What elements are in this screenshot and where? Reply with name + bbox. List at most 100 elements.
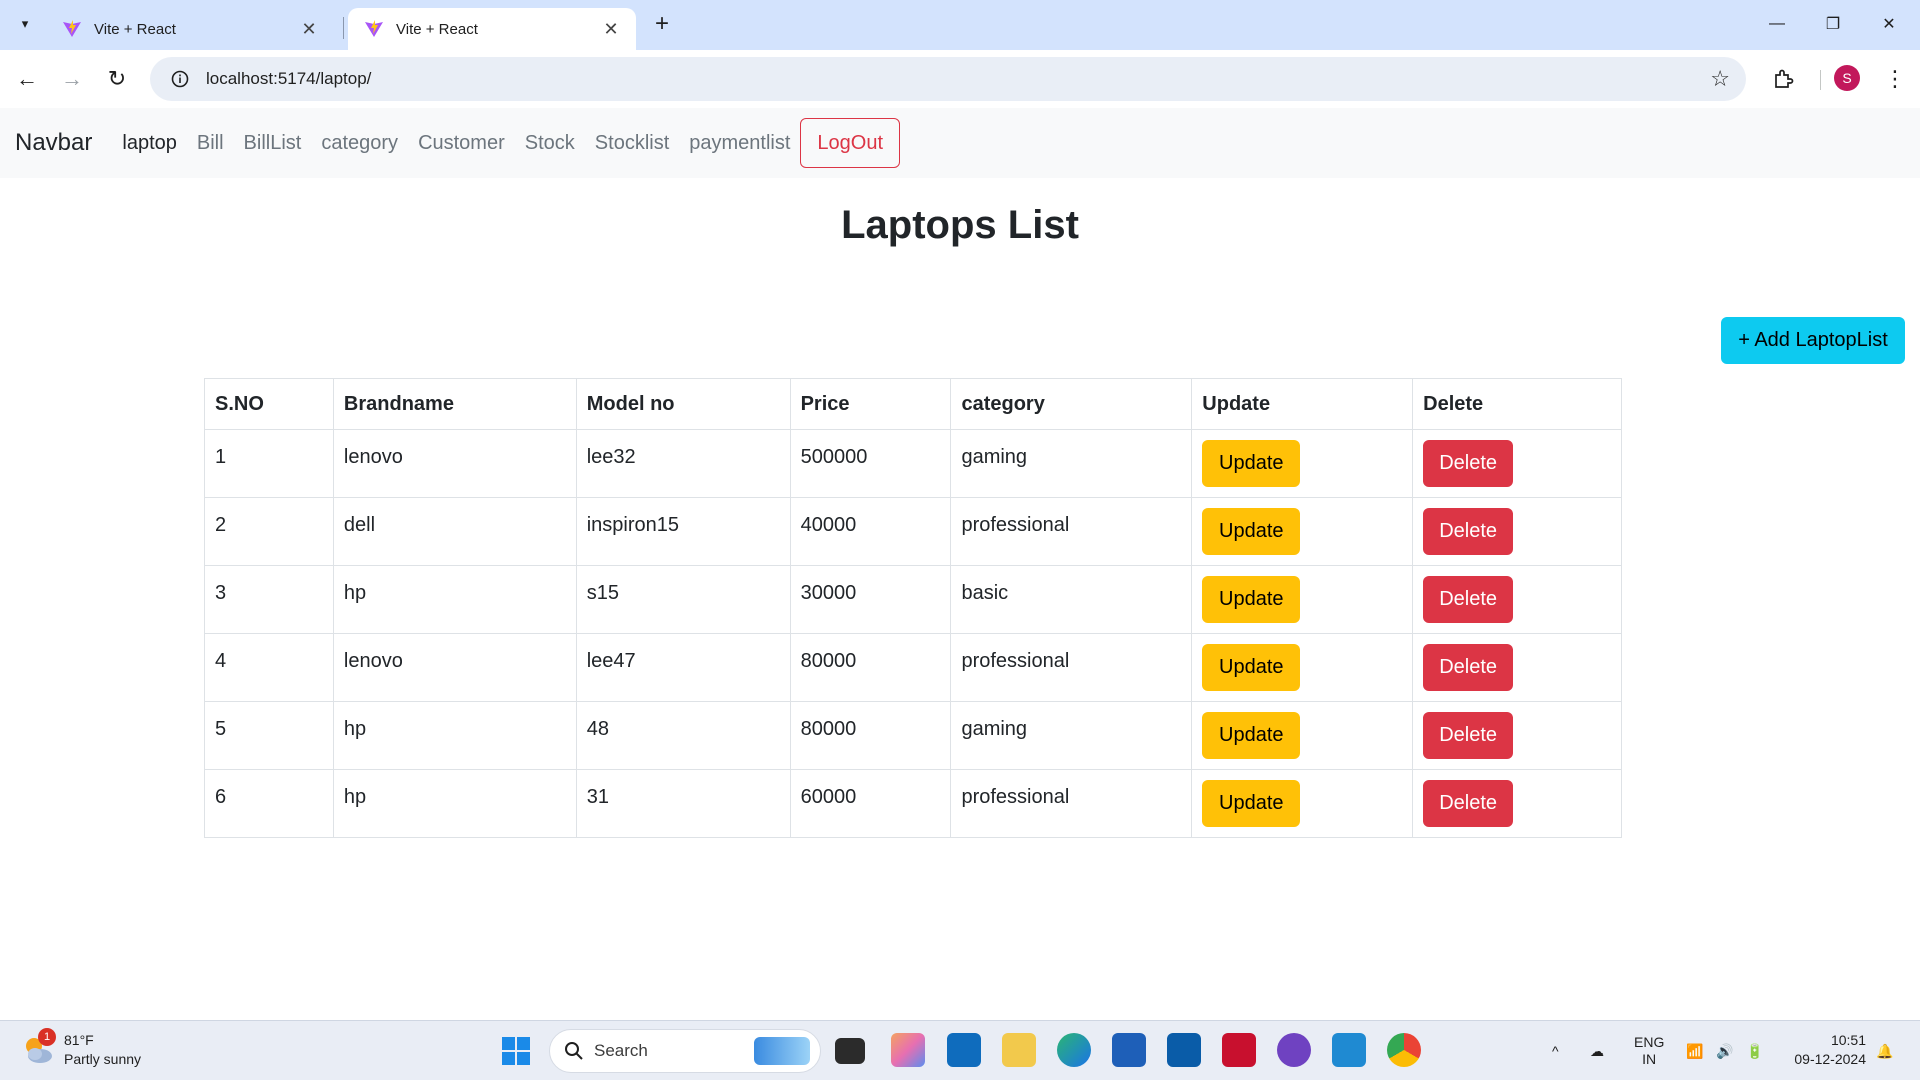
volume-icon[interactable]: 🔊 bbox=[1716, 1021, 1733, 1080]
cell-sno: 6 bbox=[204, 769, 334, 838]
update-button[interactable]: Update bbox=[1202, 440, 1301, 487]
reload-button[interactable]: ↻ bbox=[100, 62, 134, 96]
outlook-icon[interactable] bbox=[947, 1033, 981, 1067]
window-close-button[interactable]: ✕ bbox=[1866, 8, 1912, 40]
system-clock[interactable]: 10:51 09-12-2024 bbox=[1776, 1031, 1866, 1069]
tab-title: Vite + React bbox=[396, 20, 478, 38]
language-indicator[interactable]: ENG IN bbox=[1634, 1021, 1664, 1080]
table-row: 3 hp s15 30000 basic Update Delete bbox=[204, 565, 1622, 634]
delete-button[interactable]: Delete bbox=[1423, 440, 1514, 487]
tab-separator bbox=[343, 17, 344, 39]
cell-update: Update bbox=[1191, 633, 1414, 702]
update-button[interactable]: Update bbox=[1202, 644, 1301, 691]
cell-price: 80000 bbox=[789, 633, 952, 702]
cell-price: 40000 bbox=[789, 497, 952, 566]
cell-brand: hp bbox=[332, 769, 577, 838]
update-button[interactable]: Update bbox=[1202, 712, 1301, 759]
more-menu-icon[interactable]: ⋮ bbox=[1880, 62, 1910, 96]
cell-category: basic bbox=[950, 565, 1193, 634]
address-bar[interactable]: localhost:5174/laptop/ ☆ bbox=[150, 57, 1746, 101]
cell-model: 48 bbox=[575, 701, 791, 770]
cell-sno: 4 bbox=[204, 633, 334, 702]
header-model-no: Model no bbox=[575, 378, 791, 430]
update-button[interactable]: Update bbox=[1202, 508, 1301, 555]
add-laptop-button[interactable]: + Add LaptopList bbox=[1721, 317, 1905, 364]
close-icon[interactable]: ✕ bbox=[298, 18, 320, 40]
tab-search-button[interactable]: ▾ bbox=[12, 10, 38, 38]
header-category: category bbox=[950, 378, 1193, 430]
battery-icon[interactable]: 🔋 bbox=[1746, 1021, 1763, 1080]
nav-link-bill[interactable]: Bill bbox=[197, 132, 224, 155]
new-tab-button[interactable]: + bbox=[648, 10, 676, 38]
dell-icon[interactable] bbox=[1167, 1033, 1201, 1067]
update-button[interactable]: Update bbox=[1202, 780, 1301, 827]
nav-link-paymentlist[interactable]: paymentlist bbox=[689, 132, 790, 155]
forward-button[interactable]: → bbox=[55, 62, 89, 96]
profile-avatar[interactable]: S bbox=[1834, 65, 1860, 91]
mcafee-icon[interactable] bbox=[1222, 1033, 1256, 1067]
toolbar-divider bbox=[1820, 70, 1821, 90]
edge-icon[interactable] bbox=[1057, 1033, 1091, 1067]
page-title: Laptops List bbox=[841, 203, 1079, 247]
back-button[interactable]: ← bbox=[10, 62, 44, 96]
microsoft-store-icon[interactable] bbox=[1112, 1033, 1146, 1067]
task-view-icon[interactable] bbox=[835, 1038, 865, 1064]
taskbar-search[interactable]: Search bbox=[549, 1029, 821, 1073]
vscode-icon[interactable] bbox=[1332, 1033, 1366, 1067]
weather-temperature: 81°F bbox=[64, 1032, 94, 1048]
cell-delete: Delete bbox=[1412, 633, 1622, 702]
cell-delete: Delete bbox=[1412, 429, 1622, 498]
nav-link-stock[interactable]: Stock bbox=[525, 132, 575, 155]
cell-update: Update bbox=[1191, 565, 1414, 634]
bookmark-star-icon[interactable]: ☆ bbox=[1710, 66, 1730, 92]
windows-start-icon[interactable] bbox=[500, 1035, 534, 1069]
notification-bell-icon[interactable]: 🔔 bbox=[1876, 1021, 1893, 1080]
delete-button[interactable]: Delete bbox=[1423, 644, 1514, 691]
taskbar: 1 81°F Partly sunny Search ^ ☁ ENG IN 📶 … bbox=[0, 1020, 1920, 1080]
nav-link-billlist[interactable]: BillList bbox=[244, 132, 302, 155]
table-row: 6 hp 31 60000 professional Update Delete bbox=[204, 769, 1622, 838]
weather-widget[interactable]: 1 81°F Partly sunny bbox=[20, 1028, 141, 1069]
browser-tab-1[interactable]: Vite + React ✕ bbox=[46, 8, 334, 50]
table-row: 1 lenovo lee32 500000 gaming Update Dele… bbox=[204, 429, 1622, 498]
browser-toolbar: ← → ↻ localhost:5174/laptop/ ☆ S ⋮ bbox=[0, 50, 1920, 108]
delete-button[interactable]: Delete bbox=[1423, 712, 1514, 759]
restore-button[interactable]: ❐ bbox=[1810, 8, 1856, 40]
cell-category: professional bbox=[950, 497, 1193, 566]
notification-badge: 1 bbox=[38, 1028, 56, 1046]
delete-button[interactable]: Delete bbox=[1423, 780, 1514, 827]
chrome-icon[interactable] bbox=[1387, 1033, 1421, 1067]
browser-tabstrip: ▾ Vite + React ✕ Vite + React ✕ + — ❐ ✕ bbox=[0, 0, 1920, 50]
cell-price: 60000 bbox=[789, 769, 952, 838]
minimize-button[interactable]: — bbox=[1754, 8, 1800, 40]
cell-price: 80000 bbox=[789, 701, 952, 770]
copilot-icon[interactable] bbox=[891, 1033, 925, 1067]
tray-overflow-icon[interactable]: ^ bbox=[1552, 1021, 1559, 1080]
nav-link-laptop[interactable]: laptop bbox=[122, 132, 177, 155]
nav-link-stocklist[interactable]: Stocklist bbox=[595, 132, 669, 155]
cell-update: Update bbox=[1191, 701, 1414, 770]
cell-delete: Delete bbox=[1412, 769, 1622, 838]
cell-category: gaming bbox=[950, 429, 1193, 498]
update-button[interactable]: Update bbox=[1202, 576, 1301, 623]
delete-button[interactable]: Delete bbox=[1423, 576, 1514, 623]
onedrive-cloud-icon[interactable]: ☁ bbox=[1590, 1021, 1604, 1080]
cell-category: professional bbox=[950, 769, 1193, 838]
file-explorer-icon[interactable] bbox=[1002, 1033, 1036, 1067]
cell-model: 31 bbox=[575, 769, 791, 838]
clock-time: 10:51 bbox=[1830, 1032, 1866, 1048]
table-row: 4 lenovo lee47 80000 professional Update… bbox=[204, 633, 1622, 702]
cell-price: 30000 bbox=[789, 565, 952, 634]
close-icon[interactable]: ✕ bbox=[600, 18, 622, 40]
cell-model: s15 bbox=[575, 565, 791, 634]
logout-button[interactable]: LogOut bbox=[800, 118, 901, 168]
nav-link-category[interactable]: category bbox=[321, 132, 398, 155]
delete-button[interactable]: Delete bbox=[1423, 508, 1514, 555]
nav-link-customer[interactable]: Customer bbox=[418, 132, 505, 155]
wifi-icon[interactable]: 📶 bbox=[1686, 1021, 1703, 1080]
github-desktop-icon[interactable] bbox=[1277, 1033, 1311, 1067]
browser-tab-2[interactable]: Vite + React ✕ bbox=[348, 8, 636, 50]
site-info-icon[interactable] bbox=[160, 59, 200, 99]
navbar-brand[interactable]: Navbar bbox=[15, 129, 92, 157]
extensions-icon[interactable] bbox=[1766, 62, 1800, 96]
